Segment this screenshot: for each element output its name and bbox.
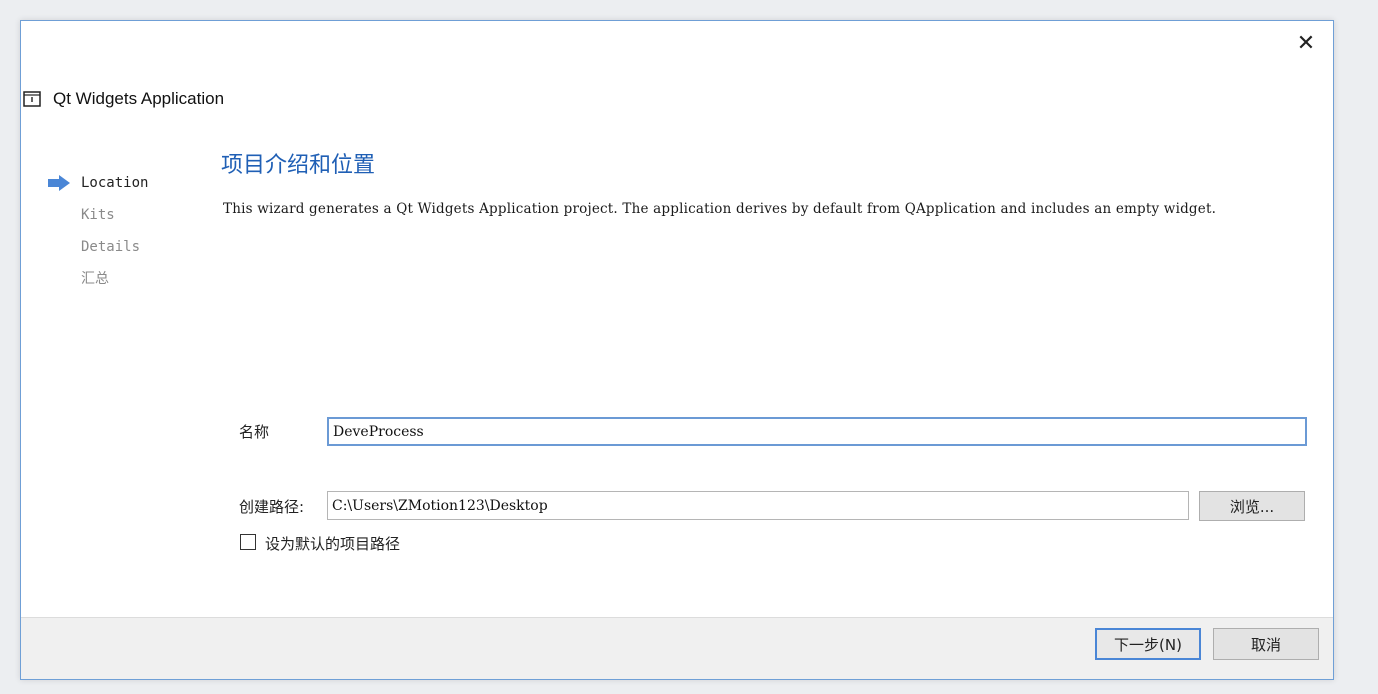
qt-app-icon [23,91,41,107]
default-path-label: 设为默认的项目路径 [265,535,401,553]
wizard-header: Qt Widgets Application [23,89,224,109]
arrow-right-icon [47,175,71,191]
default-path-checkbox[interactable] [240,534,256,550]
step-label: 汇总 [81,271,109,287]
project-path-input[interactable] [327,491,1189,520]
step-label: Kits [81,207,115,223]
step-details: Details [45,237,148,269]
step-location: Location [45,173,148,205]
wizard-title: Qt Widgets Application [53,89,225,108]
wizard-footer: 下一步(N) 取消 [21,617,1333,679]
cancel-button[interactable]: 取消 [1213,628,1319,660]
page-description: This wizard generates a Qt Widgets Appli… [223,201,1217,217]
browse-button[interactable]: 浏览... [1199,491,1305,521]
path-label: 创建路径: [239,498,305,516]
project-name-input[interactable] [327,417,1307,446]
close-icon: ✕ [1296,31,1316,56]
step-label: Location [81,175,149,191]
wizard-steps: Location Kits Details 汇总 [45,173,148,301]
step-label: Details [81,239,141,255]
step-summary: 汇总 [45,269,148,301]
wizard-window: ✕ Qt Widgets Application Location Kits D… [20,20,1334,680]
page-title: 项目介绍和位置 [221,153,376,178]
close-button[interactable]: ✕ [1293,31,1319,57]
next-button[interactable]: 下一步(N) [1095,628,1201,660]
step-kits: Kits [45,205,148,237]
name-label: 名称 [239,423,270,441]
